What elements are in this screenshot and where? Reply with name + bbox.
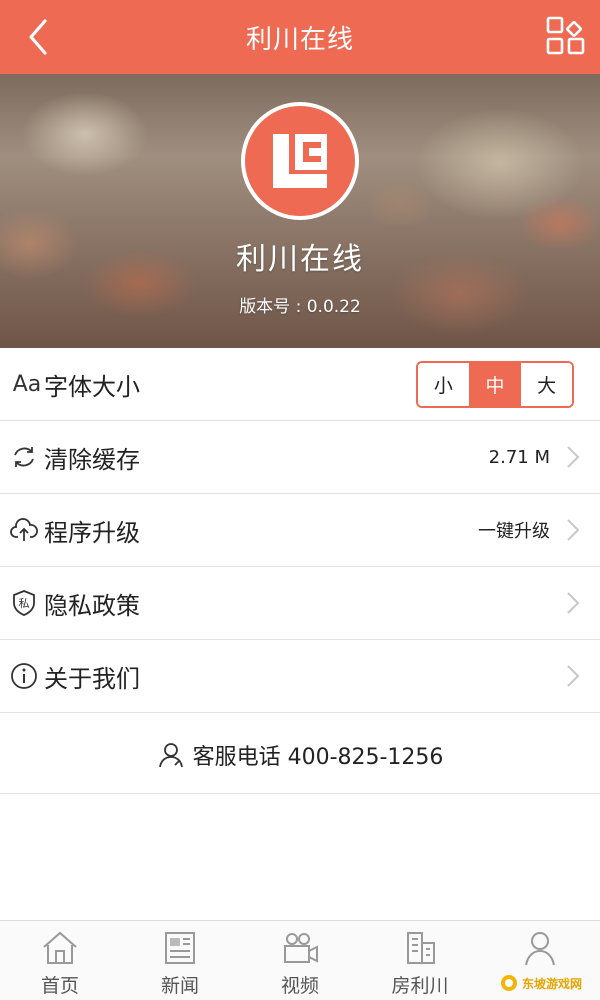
- back-icon: [29, 19, 47, 55]
- grid-menu-button[interactable]: [546, 16, 586, 56]
- app-name: 利川在线: [236, 242, 364, 277]
- building-icon: [407, 932, 435, 964]
- font-size-row: Aa 字体大小 小 中 大: [0, 348, 600, 421]
- tab-video[interactable]: 视频: [240, 921, 360, 1000]
- chevron-right-icon: [567, 446, 580, 468]
- video-icon: [284, 933, 318, 963]
- privacy-label: 隐私政策: [44, 591, 140, 620]
- tab-news[interactable]: 新闻: [120, 921, 240, 1000]
- svg-text:私: 私: [19, 597, 30, 610]
- chevron-right-icon: [567, 665, 580, 687]
- privacy-shield-icon: 私: [10, 589, 38, 617]
- tab-home[interactable]: 首页: [0, 921, 120, 1000]
- news-icon: [165, 932, 195, 964]
- page-title: 利川在线: [245, 24, 354, 55]
- watermark-logo-icon: [501, 975, 517, 991]
- cache-size-value: 2.71 M: [488, 446, 550, 468]
- lc-logo-icon: [273, 134, 327, 188]
- upgrade-label: 程序升级: [44, 518, 140, 547]
- upgrade-value: 一键升级: [478, 521, 550, 542]
- clear-cache-row[interactable]: 清除缓存 2.71 M: [0, 421, 600, 494]
- font-size-selector: 小 中 大: [416, 361, 574, 408]
- upgrade-row[interactable]: 程序升级 一键升级: [0, 494, 600, 567]
- font-size-small-button[interactable]: 小: [418, 363, 469, 406]
- tab-fang-lichuan[interactable]: 房利川: [360, 921, 480, 1000]
- profile-icon: [525, 932, 555, 966]
- user-service-icon: [158, 742, 183, 767]
- clear-cache-label: 清除缓存: [44, 445, 140, 474]
- font-size-label: 字体大小: [44, 372, 140, 401]
- info-icon: [10, 662, 38, 690]
- grid-menu-icon: [546, 16, 585, 55]
- customer-service-text: 客服电话 400-825-1256: [192, 744, 444, 770]
- watermark: 东坡游戏网: [500, 972, 592, 994]
- about-label: 关于我们: [44, 664, 140, 693]
- customer-service-link[interactable]: 客服电话 400-825-1256: [0, 716, 600, 794]
- privacy-row[interactable]: 私 隐私政策: [0, 567, 600, 640]
- refresh-icon: [10, 443, 38, 471]
- app-logo: [241, 102, 359, 220]
- back-button[interactable]: [16, 14, 60, 60]
- about-row[interactable]: 关于我们: [0, 640, 600, 713]
- chevron-right-icon: [567, 519, 580, 541]
- app-banner: 利川在线 版本号 : 0.0.22: [0, 74, 600, 348]
- font-size-medium-button[interactable]: 中: [468, 363, 521, 406]
- home-icon: [43, 931, 77, 964]
- version-text: 版本号 : 0.0.22: [239, 297, 361, 317]
- font-size-large-button[interactable]: 大: [520, 363, 572, 406]
- font-size-icon: Aa: [12, 371, 42, 397]
- top-bar: 利川在线: [0, 0, 600, 74]
- chevron-right-icon: [567, 592, 580, 614]
- cloud-upload-icon: [10, 516, 38, 544]
